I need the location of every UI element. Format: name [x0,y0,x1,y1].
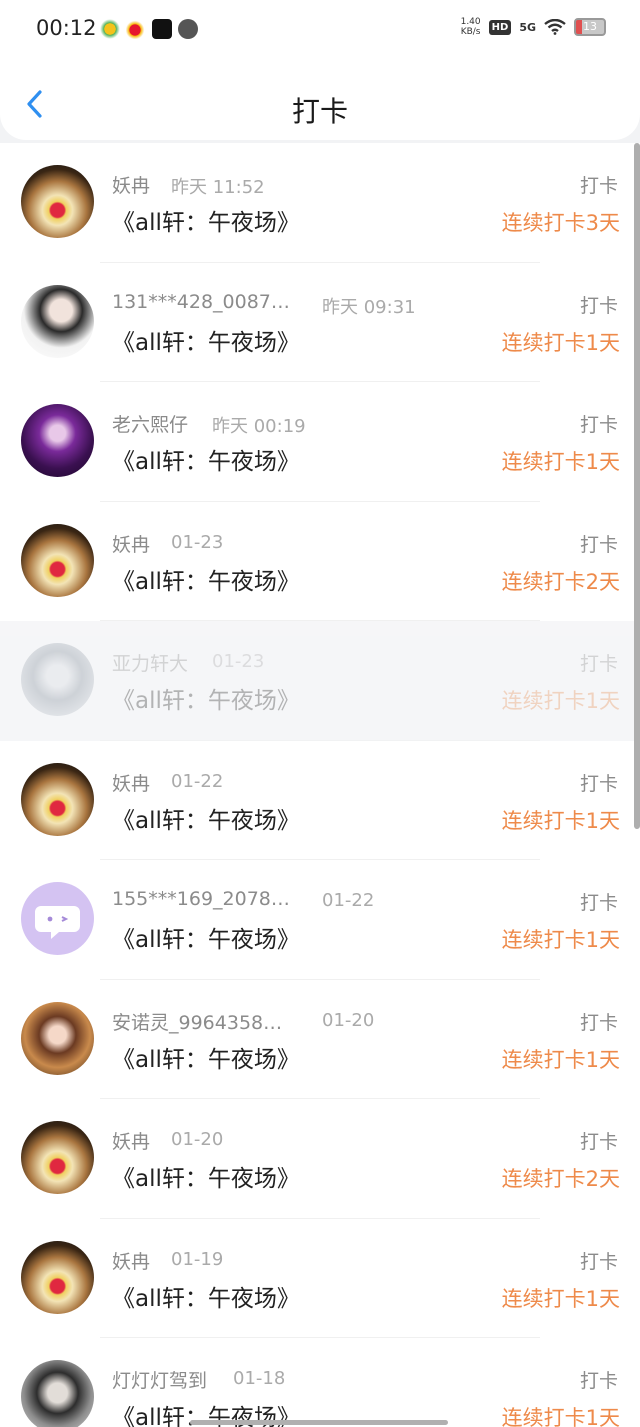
network-speed: 1.40 KB/s [461,17,481,37]
work-title[interactable]: 《all轩：午夜场》 [112,681,300,715]
action-type: 打卡 [579,892,618,914]
user-name[interactable]: 妖冉 [112,1247,150,1274]
home-indicator[interactable] [190,1420,448,1425]
list-item[interactable]: 妖冉 01-20 《all轩：午夜场》 打卡 连续打卡2天 [0,1099,640,1219]
action-type: 打卡 [579,533,618,556]
work-title[interactable]: 《all轩：午夜场》 [112,920,300,954]
avatar[interactable] [21,643,94,716]
avatar[interactable] [21,523,94,597]
notification-icons [100,19,198,39]
status-bar: 00:12 1.40 KB/s HD 5G 13 [0,0,640,60]
post-date: 01-18 [233,1368,286,1389]
post-date: 昨天 09:31 [322,296,416,318]
user-name[interactable]: 131***428_0087… [112,291,290,313]
work-title[interactable]: 《all轩：午夜场》 [112,1040,300,1074]
weibo-icon [126,19,146,39]
work-title[interactable]: 《all轩：午夜场》 [112,203,300,237]
page-title: 打卡 [291,95,348,128]
list-item[interactable]: 妖冉 01-19 《all轩：午夜场》 打卡 连续打卡1天 [0,1218,640,1338]
list-item[interactable]: 妖冉 01-22 《all轩：午夜场》 打卡 连续打卡1天 [0,740,640,860]
work-title[interactable]: 《all轩：午夜场》 [112,562,300,596]
streak-label: 连续打卡1天 [501,1047,620,1072]
post-date: 01-23 [212,651,265,672]
user-name[interactable]: 155***169_2078… [112,888,290,910]
streak-label: 连续打卡2天 [501,569,620,594]
streak-label: 连续打卡1天 [501,330,620,355]
avatar[interactable] [21,1121,94,1194]
list-item[interactable]: 155***169_2078… 01-22 《all轩：午夜场》 打卡 连续打卡… [0,860,640,980]
user-name[interactable]: 妖冉 [112,1127,150,1154]
post-date: 昨天 00:19 [212,416,306,437]
wifi-icon [544,19,566,35]
action-type: 打卡 [579,772,618,795]
work-title[interactable]: 《all轩：午夜场》 [112,1279,300,1313]
streak-label: 连续打卡2天 [501,1167,620,1191]
battery-icon: 13 [574,18,606,36]
avatar[interactable] [21,284,94,358]
user-name[interactable]: 老六熙仔 [112,410,188,437]
list-item[interactable]: 灯灯灯驾到 01-18 《all轩：午夜场》 打卡 连续打卡1天 [0,1338,640,1427]
checkin-list[interactable]: 妖冉 昨天 11:52 《all轩：午夜场》 打卡 连续打卡3天 131***4… [0,143,640,1427]
streak-label: 连续打卡1天 [501,689,620,713]
tiktok-icon [152,19,172,39]
chat-bubble-icon [35,906,80,939]
avatar[interactable] [21,165,94,238]
user-name[interactable]: 妖冉 [112,171,150,198]
streak-label: 连续打卡1天 [501,928,620,952]
action-type: 打卡 [579,1131,618,1153]
streak-label: 连续打卡3天 [501,211,620,235]
post-date: 01-22 [322,890,375,911]
notification-app-icon [100,19,120,39]
post-date: 01-20 [322,1009,375,1031]
avatar[interactable] [21,882,94,955]
post-date: 01-23 [171,531,224,553]
user-name[interactable]: 妖冉 [112,530,150,557]
network-speed-unit: KB/s [460,27,481,37]
streak-label: 连续打卡1天 [501,1286,620,1311]
user-name[interactable]: 灯灯灯驾到 [112,1366,207,1393]
action-type: 打卡 [579,1011,618,1034]
user-name[interactable]: 亚力轩大 [112,649,188,676]
network-speed-value: 1.40 [460,17,481,27]
list-item[interactable]: 妖冉 昨天 11:52 《all轩：午夜场》 打卡 连续打卡3天 [0,143,640,263]
work-title[interactable]: 《all轩：午夜场》 [112,442,300,476]
avatar[interactable] [21,1360,94,1427]
user-name[interactable]: 安诺灵_9964358… [112,1008,282,1035]
action-type: 打卡 [579,414,618,436]
list-item[interactable]: 131***428_0087… 昨天 09:31 《all轩：午夜场》 打卡 连… [0,262,640,382]
avatar[interactable] [21,762,94,836]
list-item[interactable]: 老六熙仔 昨天 00:19 《all轩：午夜场》 打卡 连续打卡1天 [0,382,640,502]
list-item[interactable]: 妖冉 01-23 《all轩：午夜场》 打卡 连续打卡2天 [0,501,640,621]
streak-label: 连续打卡1天 [501,808,620,833]
post-date: 01-20 [171,1129,224,1150]
post-date: 昨天 11:52 [171,177,265,198]
list-item[interactable]: 亚力轩大 01-23 《all轩：午夜场》 打卡 连续打卡1天 [0,621,640,741]
action-type: 打卡 [579,653,618,675]
status-time: 00:12 [36,16,97,40]
nav-header: 打卡 [0,56,640,140]
work-title[interactable]: 《all轩：午夜场》 [112,323,300,357]
streak-label: 连续打卡1天 [501,450,620,474]
avatar[interactable] [21,1240,94,1314]
list-item[interactable]: 安诺灵_9964358… 01-20 《all轩：午夜场》 打卡 连续打卡1天 [0,979,640,1099]
work-title[interactable]: 《all轩：午夜场》 [112,801,300,835]
post-date: 01-19 [171,1248,224,1270]
status-indicators: 1.40 KB/s HD 5G 13 [461,17,606,37]
post-date: 01-22 [171,770,224,792]
action-type: 打卡 [579,294,618,317]
signal-5g-icon: 5G [519,20,536,34]
avatar[interactable] [21,404,94,477]
action-type: 打卡 [579,1370,618,1392]
message-icon [178,19,198,39]
action-type: 打卡 [579,1250,618,1273]
work-title[interactable]: 《all轩：午夜场》 [112,1159,300,1193]
avatar[interactable] [21,1001,94,1075]
user-name[interactable]: 妖冉 [112,769,150,796]
scrollbar[interactable] [634,143,640,829]
streak-label: 连续打卡1天 [501,1406,620,1427]
hd-icon: HD [488,19,512,35]
action-type: 打卡 [579,175,618,197]
